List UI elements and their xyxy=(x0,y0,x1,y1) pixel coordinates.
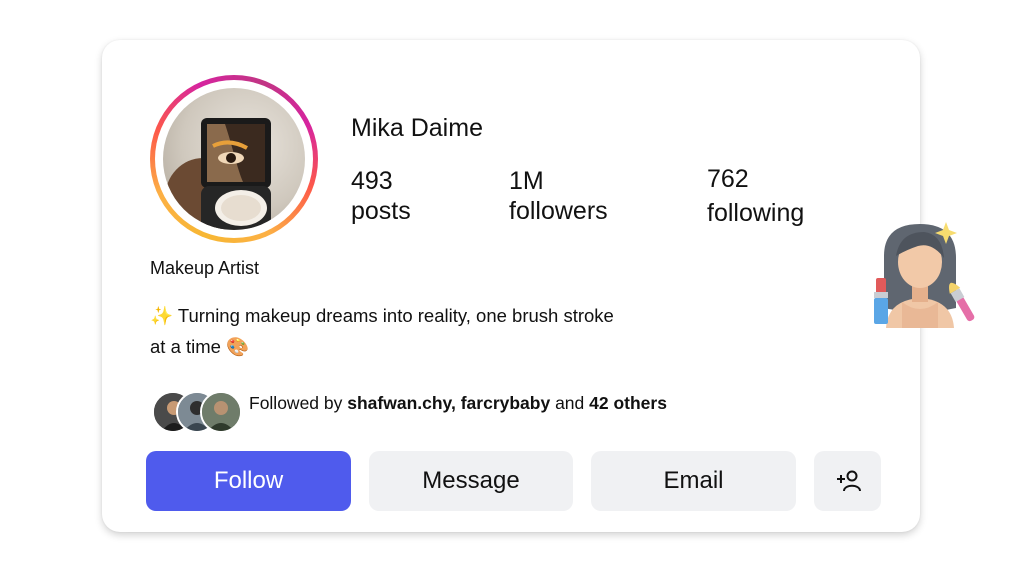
follow-button[interactable]: Follow xyxy=(146,451,351,511)
followed-by-others[interactable]: 42 others xyxy=(589,393,667,413)
message-button[interactable]: Message xyxy=(369,451,573,511)
username: Mika Daime xyxy=(351,114,483,142)
following-stat[interactable]: 762 following xyxy=(707,164,804,228)
posts-label: posts xyxy=(351,197,411,225)
profile-bio: ✨ Turning makeup dreams into reality, on… xyxy=(150,300,670,362)
avatar xyxy=(200,391,242,433)
avatar-photo xyxy=(163,88,305,230)
posts-stat[interactable]: 493 posts xyxy=(351,166,411,226)
avatar-image xyxy=(165,118,271,230)
posts-count: 493 xyxy=(351,167,393,195)
makeup-artist-emoji xyxy=(874,222,975,328)
followed-by-text: Followed by shafwan.chy, farcrybaby and … xyxy=(249,393,669,413)
followed-by-and: and xyxy=(550,393,590,413)
bio-line-1: ✨ Turning makeup dreams into reality, on… xyxy=(150,305,614,326)
followers-label: followers xyxy=(509,197,608,225)
add-user-icon xyxy=(836,470,861,492)
email-button[interactable]: Email xyxy=(591,451,796,511)
followers-count: 1M xyxy=(509,167,544,195)
followers-stat[interactable]: 1M followers xyxy=(509,166,608,226)
bio-line-2: at a time 🎨 xyxy=(150,336,250,357)
followed-by-prefix: Followed by xyxy=(249,393,348,413)
followed-by-avatars[interactable] xyxy=(152,391,244,433)
following-count: 762 xyxy=(707,165,749,193)
followed-by-names[interactable]: shafwan.chy, farcrybaby xyxy=(347,393,550,413)
profile-avatar[interactable] xyxy=(150,75,318,243)
suggest-users-button[interactable] xyxy=(814,451,881,511)
following-label: following xyxy=(707,199,805,227)
profile-category: Makeup Artist xyxy=(150,258,260,278)
